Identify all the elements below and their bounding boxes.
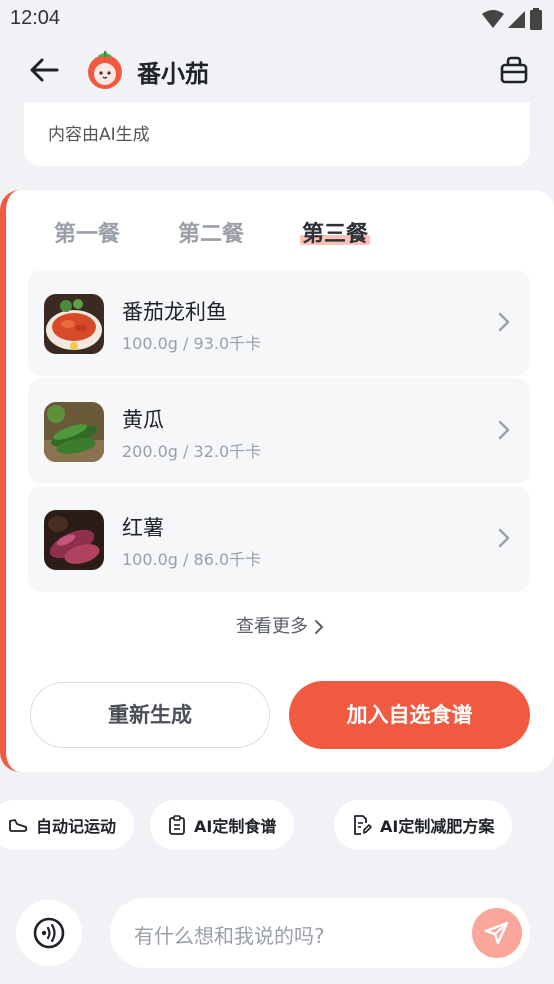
send-button[interactable] — [472, 908, 522, 958]
meal-tabs: 第一餐 第二餐 第三餐 — [6, 216, 554, 256]
food-name: 红薯 — [122, 516, 164, 540]
food-name: 黄瓜 — [122, 408, 164, 432]
view-more-link[interactable]: 查看更多 — [6, 612, 554, 638]
previous-message-card: 内容由AI生成 — [24, 102, 530, 166]
food-image-sweet-potato — [44, 510, 104, 570]
basket-button[interactable] — [496, 52, 532, 88]
food-item[interactable]: 红薯 100.0g / 86.0千卡 — [28, 486, 530, 592]
food-item[interactable]: 番茄龙利鱼 100.0g / 93.0千卡 — [28, 270, 530, 376]
message-placeholder: 有什么想和我说的吗? — [134, 924, 325, 948]
message-input[interactable]: 有什么想和我说的吗? — [110, 898, 530, 968]
food-meta: 100.0g / 86.0千卡 — [122, 550, 262, 569]
chip-ai-recipe[interactable]: AI定制食谱 — [150, 800, 295, 850]
shoe-icon — [9, 819, 28, 832]
wifi-icon — [482, 10, 504, 28]
chip-auto-exercise[interactable]: 自动记运动 — [0, 800, 135, 850]
status-time: 12:04 — [10, 7, 61, 29]
add-to-recipes-button[interactable]: 加入自选食谱 — [289, 681, 530, 749]
food-meta: 100.0g / 93.0千卡 — [122, 334, 262, 353]
tomato-avatar — [84, 48, 126, 90]
signal-icon — [508, 11, 525, 28]
chip-ai-weight-loss-plan[interactable]: AI定制减肥方案 — [334, 800, 513, 850]
tab-meal-3[interactable]: 第三餐 — [300, 216, 371, 248]
battery-icon — [530, 8, 542, 30]
view-more-label: 查看更多 — [236, 616, 308, 637]
voice-icon — [33, 917, 65, 949]
back-button[interactable] — [24, 52, 64, 88]
voice-input-button[interactable] — [16, 900, 82, 966]
input-bar: 有什么想和我说的吗? — [0, 896, 554, 970]
status-bar: 12:04 — [0, 0, 554, 38]
tab-meal-2[interactable]: 第二餐 — [178, 216, 244, 248]
meal-plan-card: 第一餐 第二餐 第三餐 番茄龙利鱼 100.0g / 93.0千卡 黄瓜 200… — [0, 190, 554, 772]
app-title: 番小茄 — [137, 60, 209, 88]
chevron-right-icon — [498, 420, 510, 440]
chip-label: 自动记运动 — [36, 817, 117, 836]
food-item[interactable]: 黄瓜 200.0g / 32.0千卡 — [28, 378, 530, 484]
food-name: 番茄龙利鱼 — [122, 300, 227, 324]
arrow-left-icon — [30, 58, 59, 82]
chevron-right-icon — [315, 620, 323, 634]
chevron-right-icon — [498, 528, 510, 548]
document-edit-icon — [354, 815, 372, 835]
ai-disclaimer: 内容由AI生成 — [48, 125, 150, 145]
food-image-tomato-fish — [44, 294, 104, 354]
regenerate-button[interactable]: 重新生成 — [30, 682, 270, 748]
food-meta: 200.0g / 32.0千卡 — [122, 442, 262, 461]
quick-actions: 自动记运动 AI定制食谱 AI定制减肥方案 — [0, 800, 554, 852]
basket-icon — [500, 56, 528, 84]
chip-label: AI定制减肥方案 — [380, 817, 495, 836]
tab-meal-1[interactable]: 第一餐 — [54, 216, 120, 248]
send-icon — [484, 921, 509, 945]
chip-label: AI定制食谱 — [194, 817, 277, 836]
app-bar: 番小茄 — [0, 38, 554, 102]
clipboard-icon — [169, 815, 185, 835]
chevron-right-icon — [498, 312, 510, 332]
status-icons — [482, 8, 542, 30]
food-image-cucumber — [44, 402, 104, 462]
